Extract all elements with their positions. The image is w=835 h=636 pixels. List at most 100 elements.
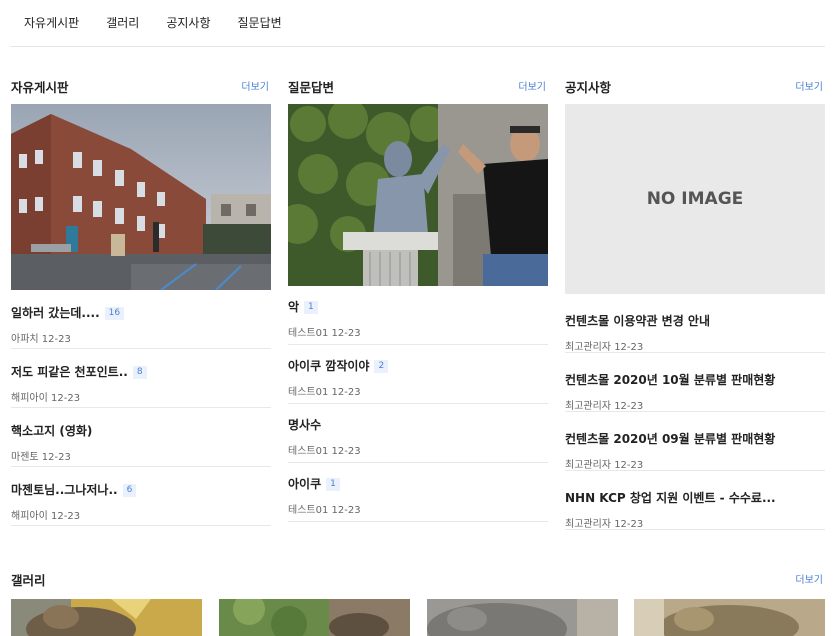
post-author: 테스트01: [288, 328, 329, 339]
post-date: 12-23: [331, 446, 361, 457]
post-author: 테스트01: [288, 387, 329, 398]
post-author: 아파치: [11, 334, 39, 345]
post-title[interactable]: 저도 피같은 천포인트..: [11, 363, 128, 380]
nav-item-free-board[interactable]: 자유게시판: [24, 0, 79, 47]
post-title[interactable]: 아이쿠: [288, 475, 321, 492]
post-author: 최고관리자: [565, 519, 611, 530]
list-item[interactable]: NHN KCP 창업 지원 이벤트 - 수수료... 최고관리자 12-23: [565, 471, 825, 530]
gallery-thumbnail[interactable]: [427, 599, 618, 636]
post-date: 12-23: [331, 505, 361, 516]
list-item[interactable]: 아이쿠 1 테스트01 12-23: [288, 463, 548, 522]
section-header: 질문답변 더보기: [288, 74, 548, 96]
section-title: 공지사항: [565, 80, 612, 95]
more-link[interactable]: 더보기: [518, 78, 546, 93]
more-link[interactable]: 더보기: [795, 78, 823, 93]
cat-photo: [427, 599, 618, 636]
post-date: 12-23: [331, 387, 361, 398]
post-meta: 마젠토 12-23: [11, 448, 271, 463]
post-author: 해피아이: [11, 393, 48, 404]
comment-count-badge: 8: [132, 366, 147, 379]
post-meta: 테스트01 12-23: [288, 324, 548, 339]
list-item[interactable]: 컨텐츠몰 2020년 10월 분류별 판매현황 최고관리자 12-23: [565, 353, 825, 412]
post-author: 마젠토: [11, 452, 39, 463]
list-item[interactable]: 악1 테스트01 12-23: [288, 286, 548, 345]
post-meta: 해피아이 12-23: [11, 389, 271, 404]
post-title[interactable]: 컨텐츠몰 2020년 10월 분류별 판매현황: [565, 371, 775, 388]
post-date: 12-23: [41, 452, 71, 463]
list-item[interactable]: 아이쿠 깜작이야 2 테스트01 12-23: [288, 345, 548, 404]
post-meta: 최고관리자 12-23: [565, 515, 825, 530]
notice-section: 공지사항 더보기 NO IMAGE 컨텐츠몰 이용약관 변경 안내 최고관리자 …: [565, 74, 825, 530]
post-thumbnail-building[interactable]: [11, 104, 271, 290]
post-title[interactable]: 컨텐츠몰 이용약관 변경 안내: [565, 312, 710, 329]
list-item[interactable]: 명사수 테스트01 12-23: [288, 404, 548, 463]
cat-photo: [219, 599, 410, 636]
post-meta: 테스트01 12-23: [288, 442, 548, 457]
section-title: 질문답변: [288, 80, 335, 95]
post-date: 12-23: [614, 460, 644, 471]
section-title: 자유게시판: [11, 80, 69, 95]
gallery-thumbnail[interactable]: [219, 599, 410, 636]
more-link[interactable]: 더보기: [241, 78, 269, 93]
comment-count-badge: 16: [104, 307, 125, 320]
post-thumbnail-statue[interactable]: [288, 104, 548, 286]
building-photo: [11, 104, 271, 290]
post-author: 최고관리자: [565, 460, 611, 471]
free-board-section: 자유게시판 더보기 일하러 갔는데.... 16 아파치 12-23 저도 피같…: [11, 74, 271, 526]
post-author: 테스트01: [288, 505, 329, 516]
list-item[interactable]: 마젠토님..그나저나.. 6 해피아이 12-23: [11, 467, 271, 526]
list-item[interactable]: 일하러 갔는데.... 16 아파치 12-23: [11, 290, 271, 349]
post-author: 테스트01: [288, 446, 329, 457]
comment-count-badge: 6: [122, 484, 137, 497]
post-title[interactable]: 컨텐츠몰 2020년 09월 분류별 판매현황: [565, 430, 775, 447]
section-header: 자유게시판 더보기: [11, 74, 271, 96]
post-date: 12-23: [41, 334, 71, 345]
qna-section: 질문답변 더보기 악 1 테스트01 12-23 아이쿠 깜작이야 2 테스트0…: [288, 74, 548, 522]
comment-count-badge: 1: [304, 301, 318, 314]
gallery-header: 갤러리 더보기: [11, 568, 825, 588]
post-meta: 아파치 12-23: [11, 330, 271, 345]
post-author: 최고관리자: [565, 401, 611, 412]
nav-item-gallery[interactable]: 갤러리: [106, 0, 139, 47]
post-date: 12-23: [614, 519, 644, 530]
cat-photo: [634, 599, 825, 636]
post-title[interactable]: 아이쿠 깜작이야: [288, 357, 369, 374]
post-title[interactable]: 마젠토님..그나저나..: [11, 481, 118, 498]
post-date: 12-23: [51, 393, 81, 404]
post-date: 12-23: [51, 511, 81, 522]
post-author: 해피아이: [11, 511, 48, 522]
comment-count-badge: 1: [326, 478, 340, 491]
no-image-text: NO IMAGE: [646, 189, 744, 209]
post-title[interactable]: 명사수: [288, 416, 321, 433]
post-author: 최고관리자: [565, 342, 611, 353]
gallery-thumbnail[interactable]: [11, 599, 202, 636]
statue-photo: [288, 104, 548, 286]
post-meta: 테스트01 12-23: [288, 501, 548, 516]
gallery-thumbnail[interactable]: [634, 599, 825, 636]
section-header: 공지사항 더보기: [565, 74, 825, 96]
nav-item-qna[interactable]: 질문답변: [238, 0, 282, 47]
cat-photo: [11, 599, 202, 636]
more-link[interactable]: 더보기: [795, 571, 823, 586]
list-item[interactable]: 컨텐츠몰 2020년 09월 분류별 판매현황 최고관리자 12-23: [565, 412, 825, 471]
post-meta: 최고관리자 12-23: [565, 456, 825, 471]
list-item[interactable]: 핵소고지 (영화) 마젠토 12-23: [11, 408, 271, 467]
list-item[interactable]: 컨텐츠몰 이용약관 변경 안내 최고관리자 12-23: [565, 294, 825, 353]
gallery-title: 갤러리: [11, 573, 46, 588]
post-date: 12-23: [331, 328, 361, 339]
post-date: 12-23: [614, 401, 644, 412]
list-item[interactable]: 저도 피같은 천포인트.. 8 해피아이 12-23: [11, 349, 271, 408]
post-meta: 해피아이 12-23: [11, 507, 271, 522]
post-title[interactable]: NHN KCP 창업 지원 이벤트 - 수수료...: [565, 489, 776, 506]
post-title[interactable]: 일하러 갔는데....: [11, 304, 100, 321]
post-title[interactable]: 악: [288, 298, 299, 315]
post-meta: 테스트01 12-23: [288, 383, 548, 398]
post-title[interactable]: 핵소고지 (영화): [11, 422, 92, 439]
top-nav: 자유게시판 갤러리 공지사항 질문답변: [10, 0, 825, 47]
post-date: 12-23: [614, 342, 644, 353]
no-image-placeholder[interactable]: NO IMAGE: [565, 104, 825, 294]
post-meta: 최고관리자 12-23: [565, 338, 825, 353]
comment-count-badge: 2: [374, 360, 389, 373]
post-meta: 최고관리자 12-23: [565, 397, 825, 412]
nav-item-notice[interactable]: 공지사항: [166, 0, 210, 47]
